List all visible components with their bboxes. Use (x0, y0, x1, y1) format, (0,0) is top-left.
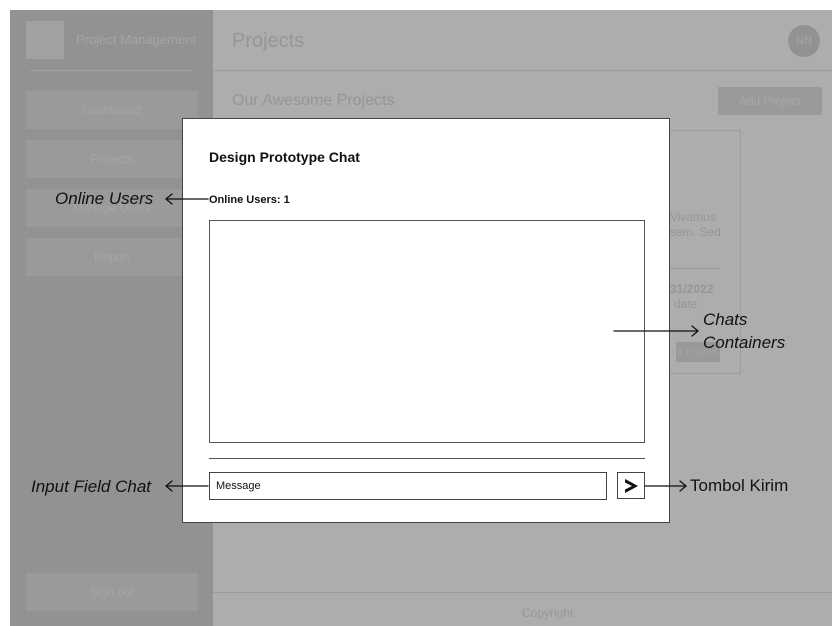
annotation-arrows (165, 193, 699, 492)
